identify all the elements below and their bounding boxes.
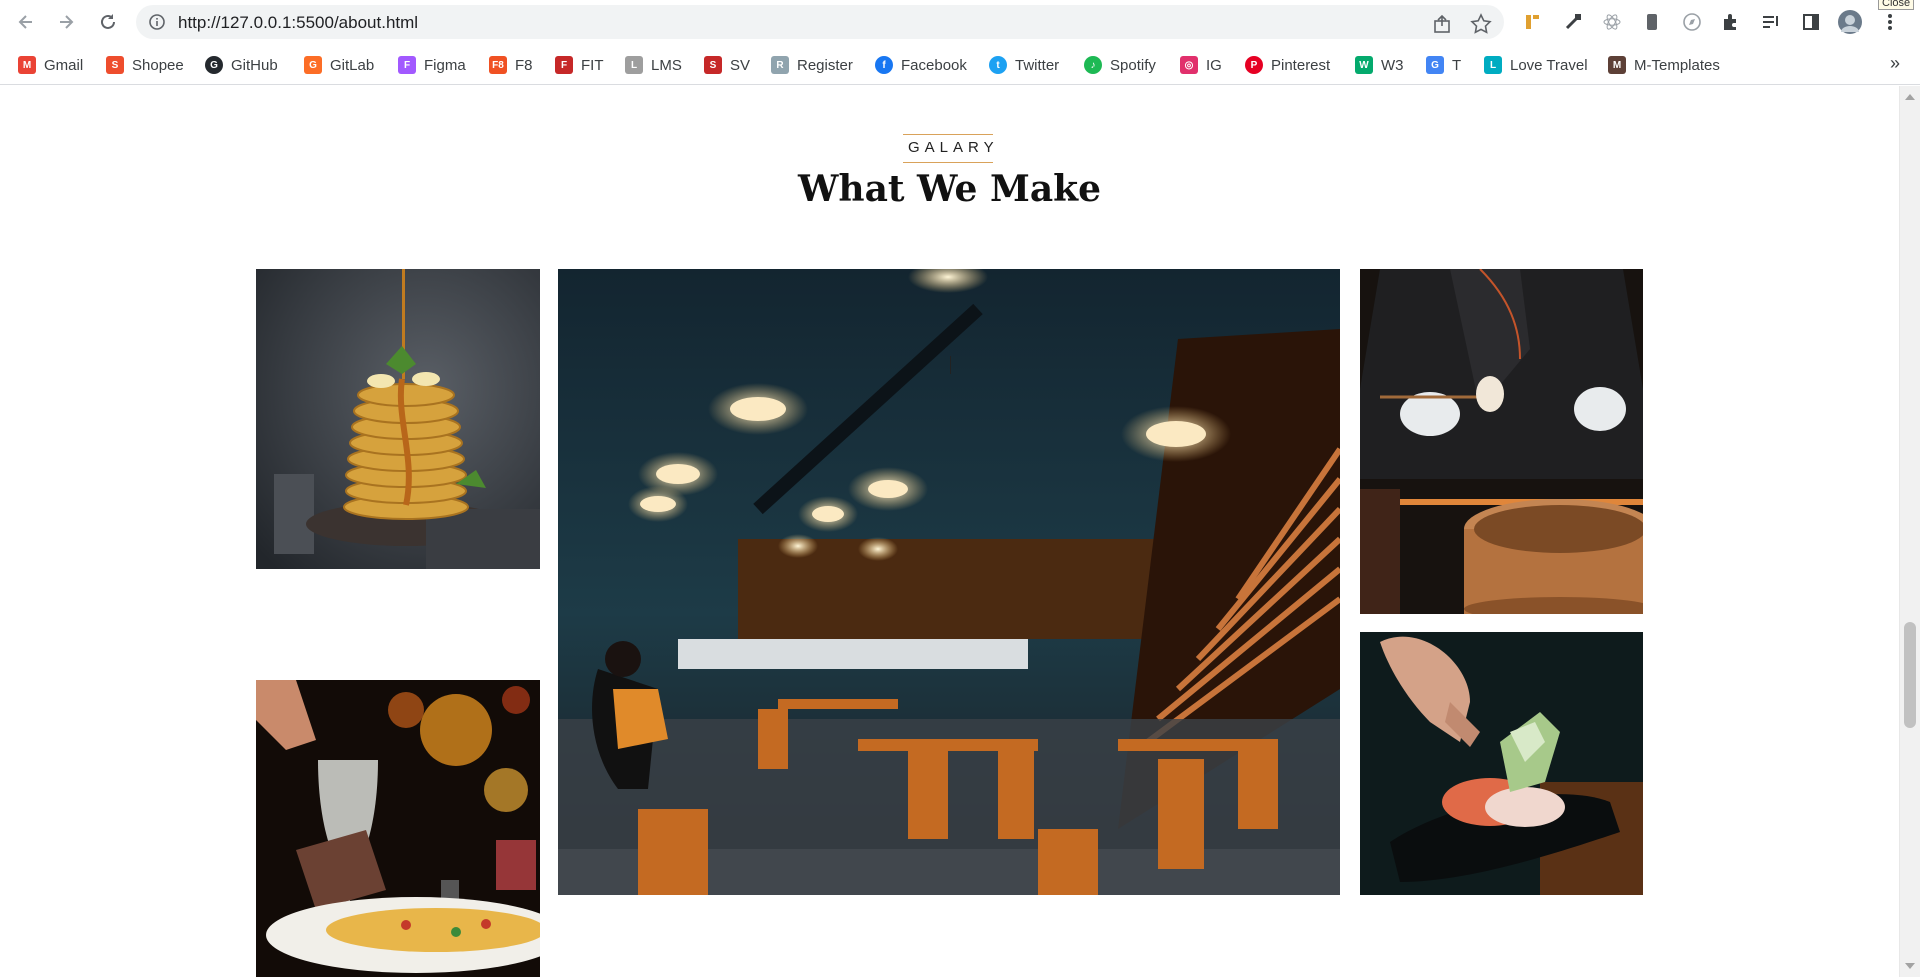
- love-travel-icon: L: [1484, 56, 1502, 74]
- bookmark-shopee[interactable]: S Shopee: [106, 53, 184, 77]
- bookmark-ig[interactable]: ◎ IG: [1180, 53, 1222, 77]
- bookmark-pinterest[interactable]: P Pinterest: [1245, 53, 1330, 77]
- twitter-icon: t: [989, 56, 1007, 74]
- bookmark-sv[interactable]: S SV: [704, 53, 750, 77]
- scroll-down-arrow-icon[interactable]: [1905, 963, 1915, 969]
- extension-pencil-icon[interactable]: [1521, 10, 1545, 34]
- text-cursor: [950, 356, 951, 374]
- translate-icon: G: [1426, 56, 1444, 74]
- facebook-icon: f: [875, 56, 893, 74]
- spotify-icon: ♪: [1084, 56, 1102, 74]
- restaurant-interior-photo: [558, 269, 1340, 895]
- browser-toolbar: http://127.0.0.1:5500/about.html Close: [0, 0, 1920, 44]
- share-icon[interactable]: [1432, 13, 1454, 35]
- bookmark-facebook[interactable]: f Facebook: [875, 53, 967, 77]
- shopee-icon: S: [106, 56, 124, 74]
- scrollbar-thumb[interactable]: [1904, 622, 1916, 728]
- bookmark-gitlab[interactable]: G GitLab: [304, 53, 374, 77]
- bookmarks-bar: M Gmail S Shopee G GitHub G GitLab F Figma F8…: [0, 44, 1920, 85]
- m-templates-icon: M: [1608, 56, 1626, 74]
- w3-icon: W: [1355, 56, 1373, 74]
- github-icon: G: [205, 56, 223, 74]
- scroll-up-arrow-icon[interactable]: [1905, 94, 1915, 100]
- menu-kebab-icon[interactable]: [1878, 10, 1902, 34]
- pancakes-photo: [256, 269, 540, 569]
- extension-react-icon[interactable]: [1600, 10, 1624, 34]
- bookmark-lms[interactable]: L LMS: [625, 53, 682, 77]
- lms-icon: L: [625, 56, 643, 74]
- gallery-image-sushi[interactable]: [1360, 632, 1643, 895]
- arrow-right-icon: [60, 15, 74, 29]
- figma-icon: F: [398, 56, 416, 74]
- chef-dumplings-photo: [1360, 269, 1643, 614]
- back-button[interactable]: [12, 8, 40, 36]
- sv-icon: S: [704, 56, 722, 74]
- url-text[interactable]: http://127.0.0.1:5500/about.html: [178, 13, 418, 33]
- gmail-icon: M: [18, 56, 36, 74]
- gallery-image-restaurant[interactable]: [558, 269, 1340, 895]
- bookmark-t[interactable]: GT: [1426, 53, 1461, 77]
- f8-icon: F8: [489, 56, 507, 74]
- media-playlist-icon[interactable]: [1759, 10, 1783, 34]
- instagram-icon: ◎: [1180, 56, 1198, 74]
- sushi-plating-photo: [1360, 632, 1643, 895]
- extension-compass-icon[interactable]: [1680, 10, 1704, 34]
- more-bookmarks-button[interactable]: »: [1890, 53, 1900, 74]
- bookmark-gmail[interactable]: M Gmail: [18, 53, 83, 77]
- bookmark-w3[interactable]: W W3: [1355, 53, 1404, 77]
- gallery-image-cocktail[interactable]: [256, 680, 540, 977]
- section-eyebrow: GALARY: [903, 134, 994, 163]
- bookmark-figma[interactable]: F Figma: [398, 53, 466, 77]
- page-scrollbar[interactable]: [1899, 86, 1920, 977]
- star-icon[interactable]: [1470, 13, 1492, 35]
- cocktail-dinner-photo: [256, 680, 540, 977]
- profile-avatar-icon[interactable]: [1838, 10, 1862, 34]
- gallery-image-pancakes[interactable]: [256, 269, 540, 569]
- side-panel-icon[interactable]: [1799, 10, 1823, 34]
- info-icon: [149, 14, 165, 30]
- bookmark-register[interactable]: R Register: [771, 53, 853, 77]
- gitlab-icon: G: [304, 56, 322, 74]
- close-tooltip: Close: [1878, 0, 1915, 10]
- extension-phone-icon[interactable]: [1640, 10, 1664, 34]
- extensions-puzzle-icon[interactable]: [1719, 10, 1743, 34]
- bookmark-love-travel[interactable]: L Love Travel: [1484, 53, 1588, 77]
- page-viewport: GALARY What We Make: [0, 86, 1920, 977]
- section-title: What We Make: [797, 168, 1102, 210]
- bookmark-spotify[interactable]: ♪ Spotify: [1084, 53, 1156, 77]
- reload-icon: [101, 14, 115, 29]
- register-icon: R: [771, 56, 789, 74]
- bookmark-twitter[interactable]: t Twitter: [989, 53, 1059, 77]
- pinterest-icon: P: [1245, 56, 1263, 74]
- bookmark-f8[interactable]: F8 F8: [489, 53, 533, 77]
- bookmark-github[interactable]: G GitHub: [205, 53, 278, 77]
- address-bar[interactable]: http://127.0.0.1:5500/about.html: [136, 5, 1504, 39]
- bookmark-m-templates[interactable]: M M-Templates: [1608, 53, 1720, 77]
- forward-button[interactable]: [52, 8, 80, 36]
- bookmark-fit[interactable]: F FIT: [555, 53, 604, 77]
- gallery-image-chef[interactable]: [1360, 269, 1643, 614]
- fit-icon: F: [555, 56, 573, 74]
- arrow-left-icon: [18, 15, 32, 29]
- reload-button[interactable]: [94, 8, 122, 36]
- extension-eyedropper-icon[interactable]: [1561, 10, 1585, 34]
